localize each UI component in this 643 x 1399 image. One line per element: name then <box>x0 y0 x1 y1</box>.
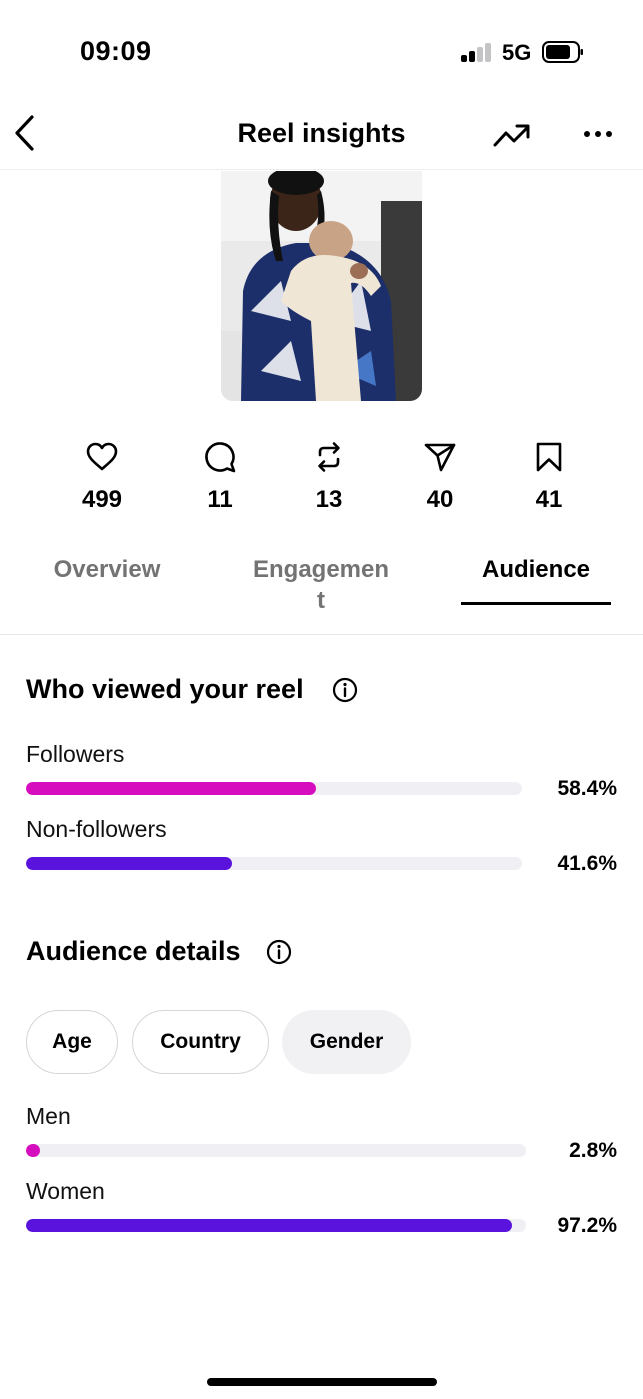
tab-overview[interactable]: Overview <box>32 554 182 585</box>
non-followers-bar-fill <box>26 857 233 870</box>
status-bar: 09:09 5G <box>0 0 643 100</box>
reel-thumbnail[interactable] <box>221 171 422 401</box>
insights-tabs: Overview Engagemen t Audience <box>0 548 643 635</box>
followers-label: Followers <box>26 741 125 767</box>
tab-audience-underline <box>461 602 611 605</box>
chip-age[interactable]: Age <box>26 1010 118 1074</box>
bookmark-icon <box>536 442 562 472</box>
info-icon[interactable] <box>332 677 358 703</box>
trending-up-icon[interactable] <box>492 120 532 150</box>
repost-icon <box>318 442 340 472</box>
reposts-count: 13 <box>315 486 343 513</box>
network-type: 5G <box>502 40 532 65</box>
status-time: 09:09 <box>80 36 152 66</box>
likes-count: 499 <box>81 486 123 513</box>
page-title: Reel insights <box>237 118 406 148</box>
non-followers-label: Non-followers <box>26 816 167 842</box>
saves-count: 41 <box>535 486 563 513</box>
women-bar <box>26 1219 526 1232</box>
comments-stat: 11 <box>180 440 260 514</box>
heart-icon <box>86 442 118 471</box>
men-label: Men <box>26 1103 71 1129</box>
followers-percent: 58.4% <box>557 777 617 800</box>
signal-icon <box>461 42 493 62</box>
home-indicator[interactable] <box>207 1378 437 1386</box>
tab-audience[interactable]: Audience <box>461 554 611 585</box>
header: Reel insights <box>0 100 643 170</box>
viewers-section-title: Who viewed your reel <box>26 674 304 704</box>
reel-stats: 499 11 13 40 41 <box>0 440 643 530</box>
likes-stat: 499 <box>62 440 142 514</box>
non-followers-percent: 41.6% <box>557 852 617 875</box>
men-bar <box>26 1144 526 1157</box>
followers-bar-fill <box>26 782 316 795</box>
tab-engagement-line1: Engagemen <box>252 556 390 583</box>
shares-count: 40 <box>426 486 454 513</box>
women-bar-fill <box>26 1219 512 1232</box>
tab-engagement-line2: t <box>317 587 325 614</box>
send-icon <box>424 443 456 472</box>
chip-country[interactable]: Country <box>132 1010 269 1074</box>
reel-thumbnail-image <box>221 171 422 401</box>
men-percent: 2.8% <box>569 1139 617 1162</box>
comments-count: 11 <box>207 486 233 513</box>
women-percent: 97.2% <box>557 1214 617 1237</box>
battery-icon <box>542 41 583 63</box>
more-horizontal-icon[interactable] <box>582 126 614 142</box>
non-followers-bar <box>26 857 522 870</box>
followers-bar <box>26 782 522 795</box>
audience-section-title: Audience details <box>26 936 241 966</box>
women-label: Women <box>26 1178 105 1204</box>
shares-stat: 40 <box>400 440 480 514</box>
tab-engagement[interactable]: Engagemen t <box>236 554 406 616</box>
info-icon[interactable] <box>266 939 292 965</box>
reposts-stat: 13 <box>289 440 369 514</box>
comment-icon <box>205 442 236 473</box>
saves-stat: 41 <box>509 440 589 514</box>
chip-gender[interactable]: Gender <box>282 1010 411 1074</box>
men-bar-fill <box>26 1144 40 1157</box>
